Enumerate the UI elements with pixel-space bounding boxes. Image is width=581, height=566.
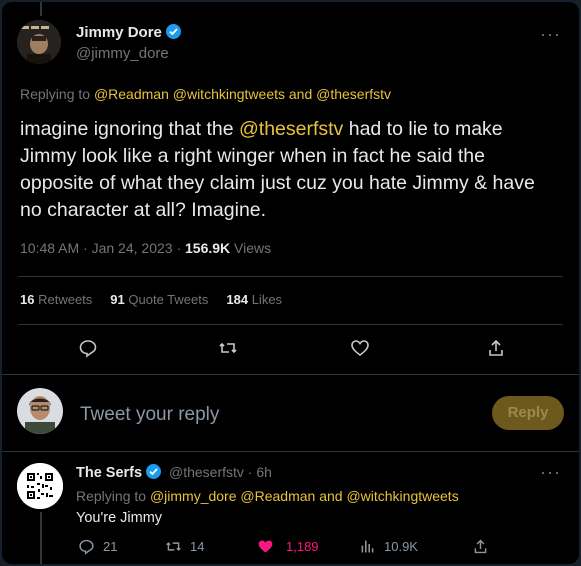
thread-line-top (40, 2, 42, 16)
reply-author-handle[interactable]: @theserfstv (169, 464, 244, 480)
quotes-label: Quote Tweets (128, 292, 209, 307)
divider (18, 324, 563, 325)
share-icon (474, 539, 487, 554)
tweet-time[interactable]: 10:48 AM · Jan 24, 2023 · (20, 240, 185, 256)
divider (2, 451, 579, 452)
author-handle[interactable]: @jimmy_dore (76, 45, 181, 62)
author-block: Jimmy Dore @jimmy_dore (76, 24, 181, 62)
likes-count: 184 (226, 292, 249, 307)
retweets-count: 16 (20, 292, 35, 307)
reply-replying-to: Replying to @jimmy_dore @Readman and @wi… (76, 488, 459, 504)
reply-header: The Serfs @theserfstv · 6h (76, 464, 272, 481)
verified-badge-icon (165, 24, 181, 39)
divider (2, 374, 579, 375)
tweet-timestamp: 10:48 AM · Jan 24, 2023 · 156.9K Views (20, 240, 271, 256)
thread-line-bottom (40, 512, 42, 564)
replying-to-mentions[interactable]: @Readman @witchkingtweets and @theserfst… (94, 86, 391, 102)
reply-replying-prefix: Replying to (76, 488, 147, 504)
replying-prefix: Replying to (20, 86, 91, 102)
reply-action-share[interactable] (472, 538, 489, 555)
retweet-icon (166, 542, 181, 551)
author-name[interactable]: Jimmy Dore (76, 24, 162, 41)
reply-author-name[interactable]: The Serfs (76, 465, 142, 481)
reply-text: You're Jimmy (76, 510, 163, 526)
share-icon[interactable] (486, 338, 506, 363)
reply-action-views[interactable]: 10.9K (359, 538, 418, 555)
reply-button[interactable]: Reply (492, 396, 564, 430)
tweet-stats: 16 Retweets 91 Quote Tweets 184 Likes (20, 292, 282, 307)
tweet-text-mention[interactable]: @theserfstv (239, 118, 343, 140)
quotes-count: 91 (110, 292, 125, 307)
views-count-reply: 10.9K (384, 539, 418, 554)
the-serfs-avatar[interactable] (17, 463, 63, 509)
likes-label: Likes (251, 292, 283, 307)
tweet-text: imagine ignoring that the @theserfstv ha… (20, 116, 560, 224)
reply-icon[interactable] (78, 338, 98, 363)
like-icon[interactable] (350, 338, 370, 363)
more-options-icon[interactable]: ··· (540, 24, 561, 45)
divider (18, 276, 563, 277)
views-count: 156.9K (185, 240, 231, 256)
retweets-stat[interactable]: 16 Retweets (20, 292, 92, 307)
reply-time[interactable]: · 6h (248, 464, 272, 480)
reply-action-like[interactable]: 1,189 (257, 538, 319, 555)
reply-replying-to-mentions[interactable]: @jimmy_dore @Readman and @witchkingtweet… (150, 488, 459, 504)
user-avatar[interactable] (17, 388, 63, 434)
tweet-detail: Jimmy Dore @jimmy_dore ··· Replying to @… (2, 2, 579, 564)
reply-icon (79, 539, 94, 555)
retweet-icon[interactable] (218, 338, 238, 363)
retweet-count: 14 (190, 539, 205, 554)
reply-action-retweet[interactable]: 14 (165, 538, 204, 555)
replying-to: Replying to @Readman @witchkingtweets an… (20, 86, 391, 102)
reply-more-options-icon[interactable]: ··· (540, 462, 561, 483)
reply-input[interactable]: Tweet your reply (80, 404, 219, 426)
quotes-stat[interactable]: 91 Quote Tweets (110, 292, 208, 307)
reply-action-reply[interactable]: 21 (78, 538, 117, 555)
likes-stat[interactable]: 184 Likes (226, 292, 282, 307)
views-label: Views (230, 240, 272, 256)
tweet-text-part1: imagine ignoring that the (20, 118, 239, 140)
views-icon (361, 540, 374, 553)
retweets-label: Retweets (38, 292, 93, 307)
jimmy-dore-avatar[interactable] (17, 20, 61, 64)
like-count: 1,189 (286, 539, 319, 554)
verified-badge-icon (146, 464, 162, 479)
reply-count: 21 (103, 539, 118, 554)
liked-heart-icon (258, 540, 273, 553)
